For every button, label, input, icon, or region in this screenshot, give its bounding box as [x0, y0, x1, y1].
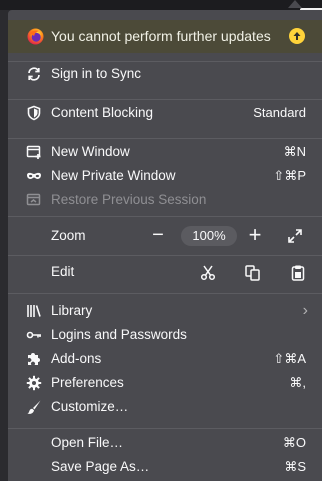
- zoom-in-button[interactable]: +: [246, 223, 264, 247]
- browser-toolbar-edge: [0, 0, 322, 10]
- open-file-label: Open File…: [51, 435, 124, 450]
- preferences-item[interactable]: Preferences ⌘,: [8, 371, 322, 395]
- separator: [8, 293, 322, 294]
- zoom-reset-button[interactable]: 100%: [181, 226, 237, 246]
- restore-session-label: Restore Previous Session: [51, 192, 207, 207]
- new-window-label: New Window: [51, 144, 130, 159]
- new-private-window-item[interactable]: New Private Window ⇧⌘P: [8, 164, 322, 188]
- addons-label: Add-ons: [51, 351, 102, 366]
- open-file-item[interactable]: Open File… ⌘O: [8, 431, 322, 455]
- new-private-window-label: New Private Window: [51, 168, 176, 183]
- gear-icon: [26, 375, 42, 391]
- save-page-shortcut: ⌘S: [284, 459, 306, 474]
- copy-icon: [244, 264, 262, 282]
- library-icon: [26, 303, 42, 319]
- logins-label: Logins and Passwords: [51, 327, 187, 342]
- paste-button[interactable]: [289, 264, 307, 282]
- chevron-right-icon: ›: [302, 302, 308, 319]
- separator: [8, 216, 322, 217]
- new-private-window-shortcut: ⇧⌘P: [273, 168, 306, 183]
- addons-shortcut: ⇧⌘A: [273, 351, 306, 366]
- key-icon: [26, 327, 42, 343]
- addons-item[interactable]: Add-ons ⇧⌘A: [8, 347, 322, 371]
- preferences-label: Preferences: [51, 375, 124, 390]
- puzzle-icon: [26, 351, 42, 367]
- new-window-shortcut: ⌘N: [283, 144, 306, 159]
- scissors-icon: [199, 264, 217, 282]
- logins-item[interactable]: Logins and Passwords: [8, 323, 322, 347]
- new-window-icon: [26, 144, 42, 160]
- menu-arrow: [288, 0, 302, 8]
- brush-icon: [26, 399, 42, 415]
- separator: [8, 99, 322, 100]
- separator: [8, 255, 322, 256]
- library-label: Library: [51, 303, 93, 318]
- zoom-label: Zoom: [51, 228, 86, 243]
- shield-icon: [26, 105, 42, 121]
- arrow-up-icon: [289, 28, 305, 44]
- private-mask-icon: [26, 168, 42, 184]
- app-menu-panel: You cannot perform further updates Sign …: [8, 10, 322, 481]
- customize-label: Customize…: [51, 399, 129, 414]
- customize-item[interactable]: Customize…: [8, 395, 322, 419]
- content-blocking-label: Content Blocking: [51, 105, 154, 120]
- fullscreen-button[interactable]: [287, 228, 303, 244]
- content-blocking-value: Standard: [253, 105, 306, 120]
- restore-session-icon: [26, 192, 42, 208]
- sync-label: Sign in to Sync: [51, 66, 142, 81]
- restore-session-item[interactable]: Restore Previous Session: [8, 188, 322, 212]
- edit-label: Edit: [51, 264, 75, 279]
- zoom-out-button[interactable]: −: [150, 224, 166, 248]
- save-page-label: Save Page As…: [51, 459, 150, 474]
- new-window-item[interactable]: New Window ⌘N: [8, 140, 322, 164]
- copy-button[interactable]: [244, 264, 262, 282]
- cut-button[interactable]: [199, 264, 217, 282]
- edit-row: Edit: [8, 260, 322, 284]
- sync-icon: [26, 66, 42, 82]
- clipboard-icon: [289, 264, 307, 282]
- content-blocking-item[interactable]: Content Blocking Standard: [8, 101, 322, 125]
- fullscreen-icon: [287, 228, 303, 244]
- separator: [8, 138, 322, 139]
- firefox-logo-icon: [27, 28, 44, 45]
- save-page-item[interactable]: Save Page As… ⌘S: [8, 455, 322, 479]
- preferences-shortcut: ⌘,: [289, 375, 306, 390]
- separator: [8, 428, 322, 429]
- open-file-shortcut: ⌘O: [282, 435, 306, 450]
- library-item[interactable]: Library ›: [8, 299, 322, 323]
- sync-item[interactable]: Sign in to Sync: [8, 62, 322, 86]
- update-banner-text: You cannot perform further updates: [51, 28, 271, 44]
- update-banner[interactable]: You cannot perform further updates: [8, 20, 322, 53]
